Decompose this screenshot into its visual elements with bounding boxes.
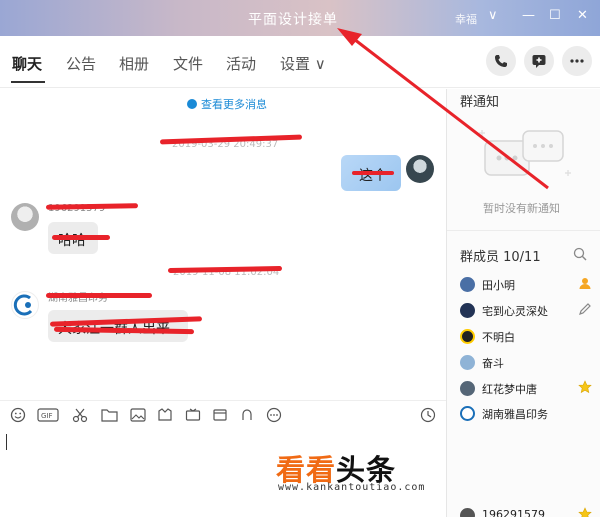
tab-announcement[interactable]: 公告 <box>66 53 96 74</box>
star-icon <box>578 507 592 517</box>
tab-bar: 聊天 公告 相册 文件 活动 设置 ∨ <box>0 36 600 88</box>
minimize-button[interactable]: — <box>522 8 535 23</box>
tab-files[interactable]: 文件 <box>173 53 203 74</box>
redaction-mark <box>52 235 110 240</box>
watermark: 看看头条 www.kankantoutiao.com <box>276 447 476 497</box>
tab-settings[interactable]: 设置 ∨ <box>280 53 326 74</box>
member-avatar <box>460 355 475 370</box>
panel-divider <box>447 230 600 231</box>
redaction-mark <box>45 203 139 210</box>
dropdown-icon[interactable]: ∨ <box>488 8 498 23</box>
member-row[interactable]: 196291579 <box>460 506 600 517</box>
tab-album[interactable]: 相册 <box>119 53 149 74</box>
member-avatar <box>460 381 475 396</box>
message-button[interactable] <box>524 46 554 76</box>
member-row[interactable]: 宅到心灵深处 <box>460 301 600 321</box>
owner-icon <box>579 278 591 289</box>
more-icon <box>570 59 584 63</box>
member-name: 196291579 <box>482 508 545 517</box>
member-row[interactable]: 不明白 <box>460 327 600 347</box>
scissors-icon[interactable] <box>72 407 88 423</box>
more-button[interactable] <box>562 46 592 76</box>
member-name: 奋斗 <box>482 357 504 370</box>
member-name: 红花梦中唐 <box>482 383 537 396</box>
more-messages-label: 查看更多消息 <box>201 98 267 111</box>
view-more-messages-link[interactable]: 查看更多消息 <box>187 96 267 112</box>
redaction-mark <box>352 171 394 175</box>
emoji-icon[interactable] <box>10 407 26 423</box>
member-row[interactable]: 红花梦中唐 <box>460 379 600 399</box>
active-tab-indicator <box>11 81 45 83</box>
my-message-text: 这个 <box>359 168 387 184</box>
empty-notice-illustration <box>479 130 571 176</box>
info-icon <box>187 99 197 109</box>
member-avatar <box>460 508 475 517</box>
mic-icon[interactable] <box>239 407 255 423</box>
message-bubble[interactable]: 大家注一群人出来 <box>48 310 188 342</box>
screen-share-icon[interactable] <box>185 407 201 423</box>
member-avatar <box>460 303 475 318</box>
tab-chat[interactable]: 聊天 <box>12 53 42 74</box>
member-name: 宅到心灵深处 <box>482 305 548 318</box>
history-icon[interactable] <box>420 407 436 423</box>
phone-icon <box>495 55 507 67</box>
tab-activity[interactable]: 活动 <box>226 53 256 74</box>
sender-avatar[interactable] <box>11 203 39 231</box>
company-logo-icon <box>13 294 33 316</box>
member-row[interactable]: 奋斗 <box>460 353 600 373</box>
input-toolbar: GIF <box>0 400 446 428</box>
chat-add-icon <box>532 55 546 68</box>
gif-icon[interactable]: GIF <box>37 407 59 423</box>
edit-icon[interactable] <box>578 302 592 316</box>
chat-area[interactable]: 查看更多消息 2019-03-29 20:49:37 这个 196291579 … <box>0 89 446 399</box>
image-icon[interactable] <box>130 407 146 423</box>
group-notice-title: 群通知 <box>460 95 500 110</box>
my-avatar[interactable] <box>406 155 434 183</box>
close-button[interactable]: ✕ <box>577 8 588 23</box>
search-icon[interactable] <box>573 247 587 261</box>
member-avatar <box>460 277 475 292</box>
red-packet-icon[interactable] <box>157 407 173 423</box>
member-avatar <box>460 406 475 421</box>
member-avatar <box>460 329 475 344</box>
member-name: 湖南雅昌印务 <box>482 408 548 421</box>
redaction-mark <box>46 293 152 298</box>
title-bar: 平面设计接单 幸福 ∨ — ☐ ✕ <box>0 0 600 36</box>
member-row[interactable]: 田小明 <box>460 275 600 295</box>
sender-avatar[interactable] <box>11 291 39 319</box>
member-name: 不明白 <box>482 331 515 344</box>
member-name: 田小明 <box>482 279 515 292</box>
svg-text:GIF: GIF <box>41 412 53 420</box>
member-row[interactable]: 湖南雅昌印务 <box>460 404 600 424</box>
watermark-url: www.kankantoutiao.com <box>278 482 426 493</box>
folder-icon[interactable] <box>101 407 118 423</box>
skin-label[interactable]: 幸福 <box>455 11 477 27</box>
star-icon <box>578 380 592 394</box>
more-tools-icon[interactable] <box>266 407 282 423</box>
empty-notice-text: 暂时没有新通知 <box>483 202 560 215</box>
text-caret <box>6 434 7 450</box>
box-icon[interactable] <box>212 407 228 423</box>
window-title: 平面设计接单 <box>248 12 338 28</box>
maximize-button[interactable]: ☐ <box>549 8 561 23</box>
call-button[interactable] <box>486 46 516 76</box>
members-title: 群成员 10/11 <box>460 250 541 265</box>
